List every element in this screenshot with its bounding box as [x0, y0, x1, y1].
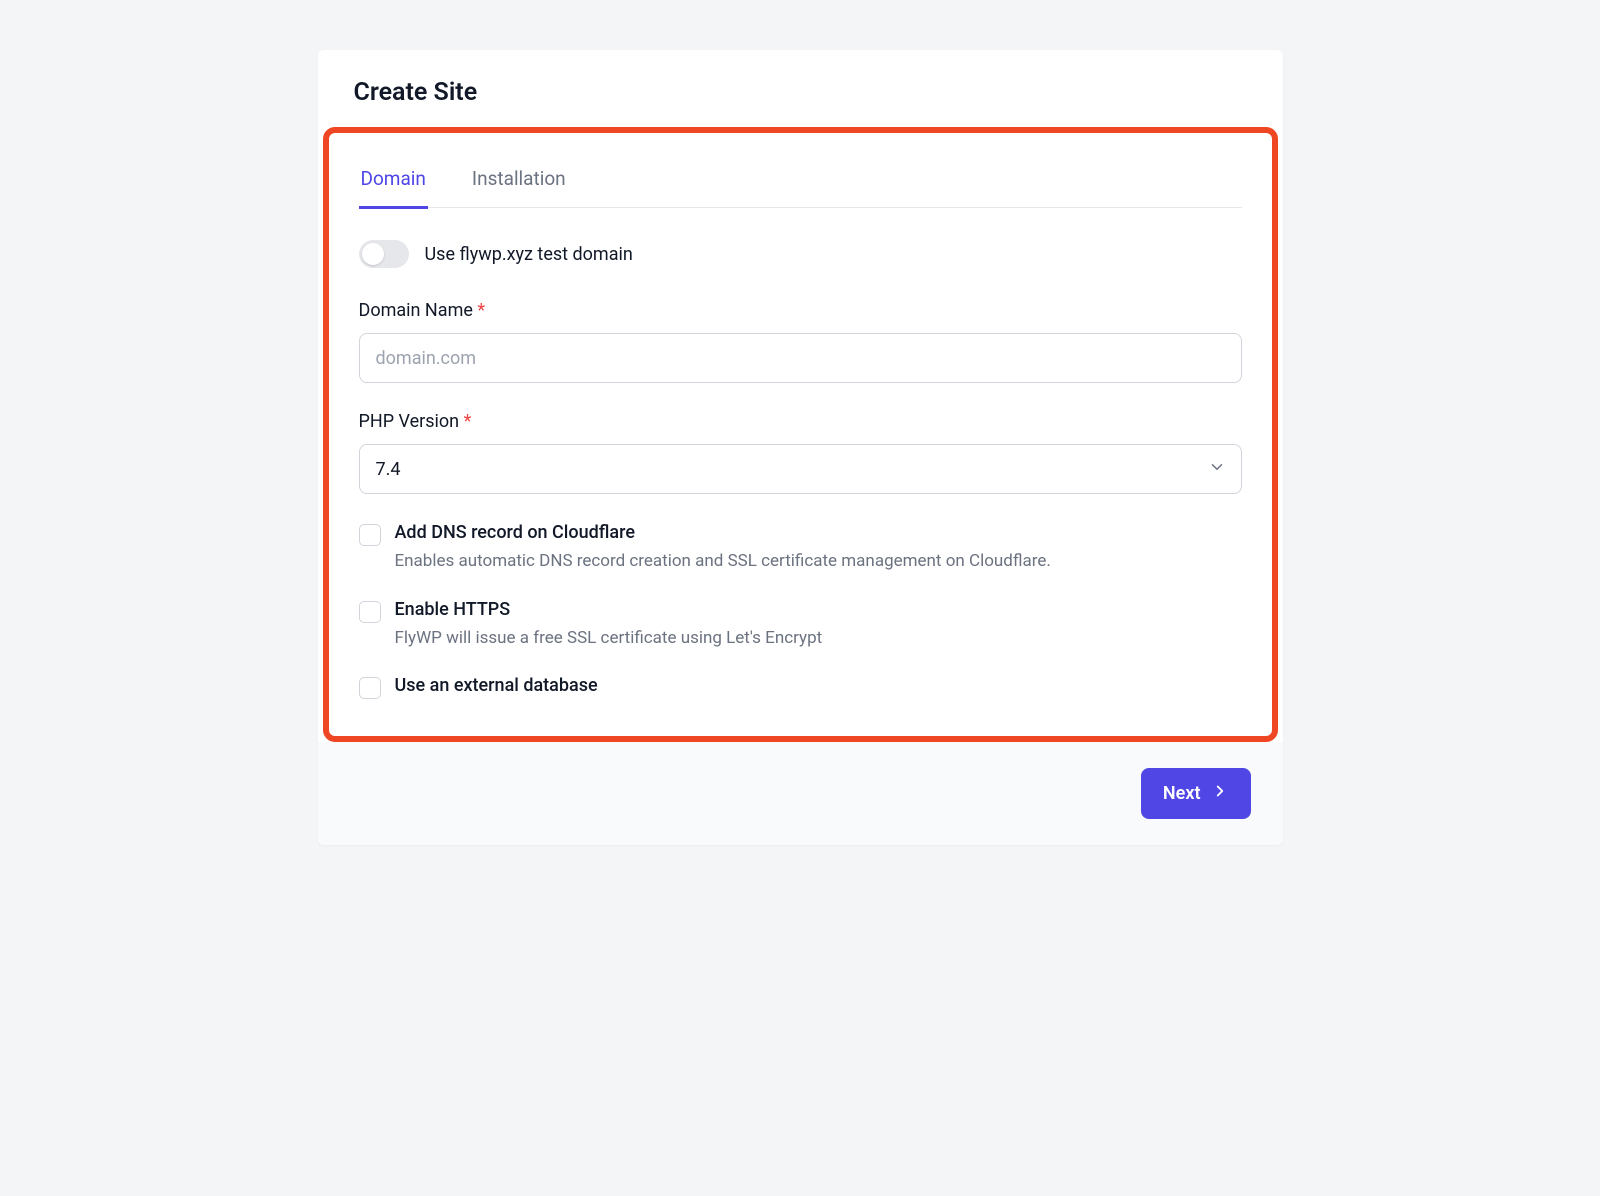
next-button[interactable]: Next: [1141, 768, 1251, 819]
php-version-group: PHP Version * 7.4: [359, 411, 1242, 494]
domain-name-label-text: Domain Name: [359, 300, 473, 321]
card-footer: Next: [318, 742, 1283, 845]
external-db-option-row: Use an external database: [359, 675, 1242, 702]
https-title: Enable HTTPS: [395, 599, 1242, 620]
next-button-label: Next: [1163, 783, 1201, 804]
https-content: Enable HTTPS FlyWP will issue a free SSL…: [395, 599, 1242, 652]
https-desc: FlyWP will issue a free SSL certificate …: [395, 626, 1242, 652]
test-domain-toggle[interactable]: [359, 240, 409, 268]
create-site-card: Create Site Domain Installation Use flyw…: [318, 50, 1283, 845]
domain-highlight-box: Domain Installation Use flywp.xyz test d…: [323, 127, 1278, 742]
cloudflare-checkbox[interactable]: [359, 524, 381, 546]
card-header: Create Site: [318, 50, 1283, 117]
cloudflare-title: Add DNS record on Cloudflare: [395, 522, 1242, 543]
required-marker: *: [477, 300, 485, 321]
https-checkbox[interactable]: [359, 601, 381, 623]
https-option-row: Enable HTTPS FlyWP will issue a free SSL…: [359, 599, 1242, 652]
cloudflare-content: Add DNS record on Cloudflare Enables aut…: [395, 522, 1242, 575]
cloudflare-option-row: Add DNS record on Cloudflare Enables aut…: [359, 522, 1242, 575]
external-db-title: Use an external database: [395, 675, 1242, 696]
test-domain-toggle-label: Use flywp.xyz test domain: [425, 244, 633, 265]
php-version-label: PHP Version *: [359, 411, 1242, 432]
php-version-select-wrap: 7.4: [359, 444, 1242, 494]
tab-installation[interactable]: Installation: [470, 157, 568, 209]
cloudflare-desc: Enables automatic DNS record creation an…: [395, 549, 1242, 575]
page-title: Create Site: [354, 78, 1247, 107]
toggle-knob: [362, 243, 384, 265]
tab-bar: Domain Installation: [359, 157, 1242, 208]
external-db-content: Use an external database: [395, 675, 1242, 702]
domain-name-input[interactable]: [359, 333, 1242, 383]
tab-domain[interactable]: Domain: [359, 157, 428, 209]
domain-name-label: Domain Name *: [359, 300, 1242, 321]
external-db-checkbox[interactable]: [359, 677, 381, 699]
required-marker: *: [464, 411, 472, 432]
test-domain-toggle-row: Use flywp.xyz test domain: [359, 240, 1242, 268]
chevron-right-icon: [1211, 782, 1229, 805]
php-version-select[interactable]: 7.4: [359, 444, 1242, 494]
php-version-label-text: PHP Version: [359, 411, 460, 432]
domain-name-group: Domain Name *: [359, 300, 1242, 383]
